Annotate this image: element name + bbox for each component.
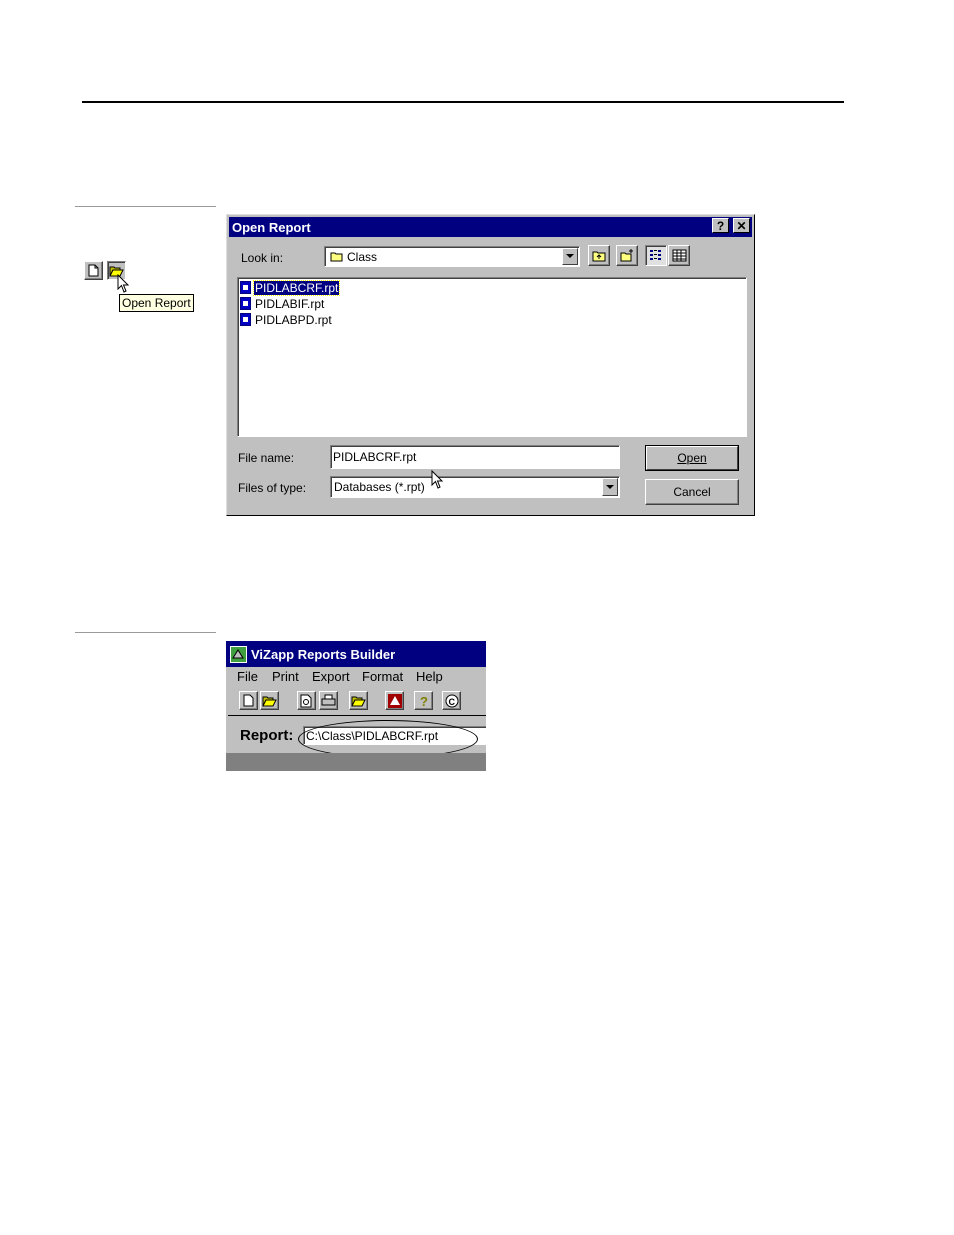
svg-text:C: C <box>448 697 455 707</box>
file-item[interactable]: PIDLABPD.rpt <box>240 312 333 327</box>
look-in-dropdown-arrow[interactable] <box>562 248 578 265</box>
menu-print[interactable]: Print <box>272 669 299 684</box>
report-file-icon <box>240 281 251 294</box>
mouse-pointer-icon <box>117 274 130 293</box>
files-of-type-dropdown[interactable]: Databases (*.rpt) <box>330 476 620 498</box>
side-rule-2 <box>75 632 216 633</box>
export-button[interactable] <box>385 691 404 710</box>
file-item[interactable]: PIDLABIF.rpt <box>240 296 325 311</box>
file-item-name: PIDLABCRF.rpt <box>252 279 341 296</box>
print-preview-icon <box>300 694 312 707</box>
svg-text:?: ? <box>420 694 428 708</box>
open-report-tooltip: Open Report <box>119 294 194 312</box>
details-view-button[interactable] <box>668 245 690 266</box>
menu-format[interactable]: Format <box>362 669 403 684</box>
help-button[interactable]: ? <box>414 691 433 710</box>
cancel-button[interactable]: Cancel <box>645 479 739 505</box>
up-one-level-button[interactable] <box>588 245 610 266</box>
file-name-input[interactable]: PIDLABCRF.rpt <box>330 445 620 469</box>
report-file-icon <box>240 313 251 326</box>
details-view-icon <box>672 249 686 262</box>
app-title: ViZapp Reports Builder <box>251 646 396 662</box>
file-list[interactable]: PIDLABCRF.rpt PIDLABIF.rpt PIDLABPD.rpt <box>237 277 747 437</box>
file-item-name: PIDLABIF.rpt <box>255 296 325 311</box>
look-in-label: Look in: <box>241 251 284 265</box>
files-of-type-label: Files of type: <box>238 481 307 495</box>
file-item-name: PIDLABPD.rpt <box>255 312 332 327</box>
app-logo-icon <box>230 645 247 663</box>
mouse-pointer-icon <box>431 470 444 489</box>
reports-builder-window: ViZapp Reports Builder File Print Export… <box>226 641 486 771</box>
copyright-button[interactable]: C <box>442 691 461 710</box>
menu-file[interactable]: File <box>237 669 258 684</box>
open-button[interactable]: Open <box>645 445 739 471</box>
dialog-title: Open Report <box>232 219 311 235</box>
new-report-button[interactable] <box>239 691 258 710</box>
printer-icon <box>321 694 336 706</box>
print-button[interactable] <box>319 691 338 710</box>
side-rule-1 <box>75 206 216 207</box>
chevron-down-icon <box>565 254 574 258</box>
list-view-button[interactable] <box>645 245 667 266</box>
new-folder-icon <box>620 249 633 262</box>
open-data-button[interactable] <box>349 691 368 710</box>
report-file-icon <box>240 297 251 310</box>
new-folder-button[interactable] <box>616 245 638 266</box>
menu-help[interactable]: Help <box>416 669 443 684</box>
folder-icon <box>330 252 343 262</box>
help-icon: ? <box>420 694 428 708</box>
top-rule <box>82 101 844 103</box>
app-toolbar: ? C <box>230 690 486 712</box>
up-folder-icon <box>592 251 605 261</box>
files-of-type-arrow[interactable] <box>602 478 618 496</box>
report-label: Report: <box>240 727 294 744</box>
open-folder-icon <box>351 696 366 706</box>
look-in-value: Class <box>347 249 378 264</box>
files-of-type-value: Databases (*.rpt) <box>334 480 425 494</box>
close-button[interactable]: ✕ <box>733 218 750 233</box>
app-titlebar: ViZapp Reports Builder <box>226 641 486 667</box>
open-report-dialog: Open Report ? ✕ Look in: Class PIDLABCRF… <box>226 214 755 516</box>
print-preview-button[interactable] <box>297 691 316 710</box>
open-report-button[interactable] <box>260 691 279 710</box>
chevron-down-icon <box>605 484 614 489</box>
help-button[interactable]: ? <box>712 218 729 233</box>
new-document-icon <box>88 264 99 277</box>
copyright-icon: C <box>445 694 458 707</box>
file-item[interactable]: PIDLABCRF.rpt <box>240 279 341 296</box>
open-button-label: Open <box>677 451 707 465</box>
menu-export[interactable]: Export <box>312 669 350 684</box>
report-bar: Report: C:\Class\PIDLABCRF.rpt <box>228 715 486 758</box>
open-folder-icon <box>262 696 277 706</box>
menu-bar: File Print Export Format Help <box>226 668 486 686</box>
new-report-button[interactable] <box>84 261 103 280</box>
export-icon <box>387 693 402 708</box>
new-document-icon <box>243 694 254 707</box>
dialog-titlebar: Open Report <box>229 217 752 237</box>
look-in-dropdown[interactable]: Class <box>324 246 580 267</box>
file-name-label: File name: <box>238 451 295 465</box>
status-area <box>226 753 486 771</box>
list-view-icon <box>649 250 661 260</box>
